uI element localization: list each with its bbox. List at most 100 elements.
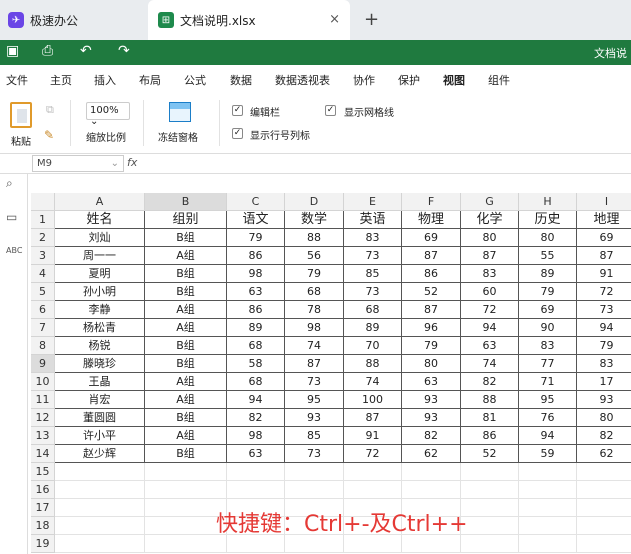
- row-header[interactable]: 6: [31, 301, 55, 319]
- table-cell[interactable]: [461, 535, 519, 553]
- freeze-panes-icon[interactable]: [169, 102, 191, 122]
- table-cell[interactable]: 63: [461, 337, 519, 355]
- menu-insert[interactable]: 插入: [94, 72, 116, 88]
- row-header[interactable]: 15: [31, 463, 55, 481]
- table-cell[interactable]: 68: [227, 373, 285, 391]
- menu-collab[interactable]: 协作: [353, 72, 375, 88]
- freeze-panes-label[interactable]: 冻结窗格: [158, 129, 198, 144]
- table-cell[interactable]: 89: [519, 265, 577, 283]
- table-cell[interactable]: 93: [402, 409, 461, 427]
- row-header[interactable]: 18: [31, 517, 55, 535]
- table-cell[interactable]: 地理: [577, 211, 631, 229]
- redo-icon[interactable]: ↷: [118, 43, 130, 59]
- table-cell[interactable]: [519, 481, 577, 499]
- column-header-b[interactable]: B: [145, 193, 227, 211]
- table-cell[interactable]: [402, 463, 461, 481]
- undo-icon[interactable]: ↶: [80, 43, 92, 59]
- table-cell[interactable]: 56: [285, 247, 344, 265]
- table-cell[interactable]: 88: [285, 229, 344, 247]
- table-cell[interactable]: 73: [344, 247, 402, 265]
- table-cell[interactable]: 杨锐: [55, 337, 145, 355]
- table-cell[interactable]: 69: [519, 301, 577, 319]
- table-cell[interactable]: 69: [402, 229, 461, 247]
- table-cell[interactable]: 91: [344, 427, 402, 445]
- column-header-h[interactable]: H: [519, 193, 577, 211]
- table-cell[interactable]: B组: [145, 445, 227, 463]
- row-header[interactable]: 19: [31, 535, 55, 553]
- table-cell[interactable]: B组: [145, 355, 227, 373]
- menu-layout[interactable]: 布局: [139, 72, 161, 88]
- table-cell[interactable]: [55, 499, 145, 517]
- table-cell[interactable]: 94: [461, 319, 519, 337]
- column-header-f[interactable]: F: [402, 193, 461, 211]
- table-cell[interactable]: 98: [227, 427, 285, 445]
- table-cell[interactable]: 86: [227, 247, 285, 265]
- tab-home[interactable]: ✈ 极速办公: [0, 0, 145, 40]
- table-cell[interactable]: 79: [519, 283, 577, 301]
- row-header[interactable]: 10: [31, 373, 55, 391]
- table-cell[interactable]: 李静: [55, 301, 145, 319]
- table-cell[interactable]: 96: [402, 319, 461, 337]
- table-cell[interactable]: [461, 481, 519, 499]
- row-header[interactable]: 4: [31, 265, 55, 283]
- table-cell[interactable]: A组: [145, 319, 227, 337]
- table-cell[interactable]: 74: [461, 355, 519, 373]
- formula-bar-checkbox[interactable]: ✓: [232, 105, 243, 116]
- table-cell[interactable]: A组: [145, 373, 227, 391]
- table-cell[interactable]: 夏明: [55, 265, 145, 283]
- table-cell[interactable]: 98: [285, 319, 344, 337]
- menu-file[interactable]: 文件: [6, 72, 28, 88]
- row-header[interactable]: 3: [31, 247, 55, 265]
- table-cell[interactable]: [461, 463, 519, 481]
- row-header[interactable]: 14: [31, 445, 55, 463]
- column-header-e[interactable]: E: [344, 193, 402, 211]
- table-cell[interactable]: [519, 517, 577, 535]
- table-cell[interactable]: 滕晓珍: [55, 355, 145, 373]
- table-cell[interactable]: 94: [519, 427, 577, 445]
- table-cell[interactable]: 63: [227, 445, 285, 463]
- tab-document[interactable]: ⊞ 文档说明.xlsx ×: [148, 0, 350, 40]
- menu-protect[interactable]: 保护: [398, 72, 420, 88]
- table-cell[interactable]: 87: [285, 355, 344, 373]
- table-cell[interactable]: 董圆圆: [55, 409, 145, 427]
- table-cell[interactable]: 73: [285, 445, 344, 463]
- row-header[interactable]: 16: [31, 481, 55, 499]
- menu-home[interactable]: 主页: [50, 72, 72, 88]
- table-cell[interactable]: [227, 481, 285, 499]
- table-cell[interactable]: 74: [344, 373, 402, 391]
- table-cell[interactable]: 86: [227, 301, 285, 319]
- table-cell[interactable]: 79: [227, 229, 285, 247]
- table-cell[interactable]: [145, 481, 227, 499]
- table-cell[interactable]: 69: [577, 229, 631, 247]
- table-cell[interactable]: 86: [402, 265, 461, 283]
- name-box[interactable]: M9 ⌄: [32, 155, 124, 172]
- table-cell[interactable]: 63: [227, 283, 285, 301]
- row-header[interactable]: 13: [31, 427, 55, 445]
- table-cell[interactable]: 62: [402, 445, 461, 463]
- menu-view[interactable]: 视图: [443, 72, 465, 94]
- table-cell[interactable]: [227, 463, 285, 481]
- table-cell[interactable]: 63: [402, 373, 461, 391]
- add-tab-button[interactable]: +: [364, 9, 379, 30]
- table-cell[interactable]: [145, 463, 227, 481]
- table-cell[interactable]: 语文: [227, 211, 285, 229]
- table-cell[interactable]: 物理: [402, 211, 461, 229]
- copy-icon[interactable]: ⧉: [46, 103, 54, 117]
- search-icon[interactable]: ⌕: [6, 176, 13, 191]
- table-cell[interactable]: 81: [461, 409, 519, 427]
- table-cell[interactable]: [577, 481, 631, 499]
- menu-formula[interactable]: 公式: [184, 72, 206, 88]
- headers-checkbox[interactable]: ✓: [232, 128, 243, 139]
- table-cell[interactable]: 68: [344, 301, 402, 319]
- table-cell[interactable]: B组: [145, 229, 227, 247]
- row-header[interactable]: 7: [31, 319, 55, 337]
- table-cell[interactable]: 肖宏: [55, 391, 145, 409]
- table-cell[interactable]: 历史: [519, 211, 577, 229]
- column-header-a[interactable]: A: [55, 193, 145, 211]
- print-icon[interactable]: ⎙: [42, 43, 53, 59]
- table-cell[interactable]: [285, 481, 344, 499]
- table-cell[interactable]: 英语: [344, 211, 402, 229]
- table-cell[interactable]: [145, 499, 227, 517]
- table-cell[interactable]: 95: [519, 391, 577, 409]
- table-cell[interactable]: 87: [402, 247, 461, 265]
